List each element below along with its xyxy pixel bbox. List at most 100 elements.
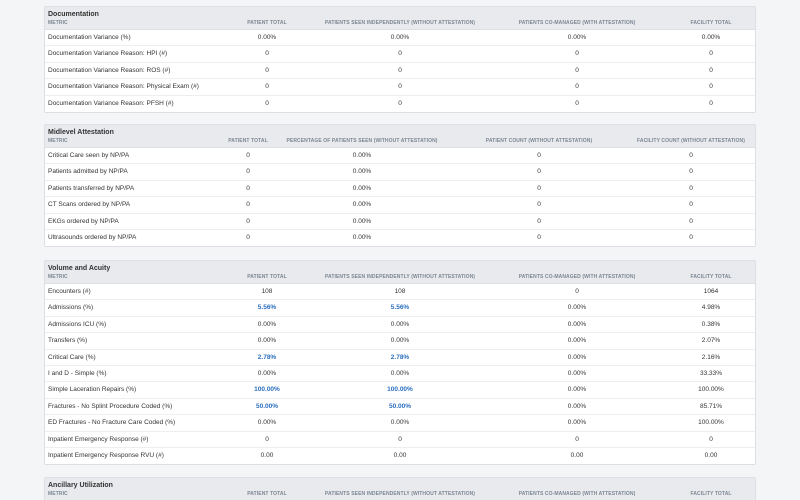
value-cell: 0.00%: [257, 419, 277, 427]
value-cell: 0.00%: [567, 337, 587, 345]
table-row: Inpatient Emergency Response RVU (#) 0.00…: [45, 448, 755, 464]
value-cell: 0: [575, 288, 579, 295]
value-cell: 0: [575, 50, 579, 58]
column-header[interactable]: PATIENT COUNT (WITHOUT ATTESTATION): [486, 137, 592, 146]
table-body: Documentation Variance (%) 0.00% 0.00% 0.00…: [45, 30, 755, 112]
value-link[interactable]: 100.00%: [254, 382, 280, 398]
table-row: Documentation Variance Reason: Physical …: [45, 79, 755, 96]
value-cell: 0.00%: [567, 353, 587, 361]
value-link[interactable]: 50.00%: [256, 399, 278, 415]
value-cell: 0.00: [704, 451, 718, 459]
column-header[interactable]: PATIENTS CO-MANAGED (WITH ATTESTATION): [519, 490, 636, 499]
value-cell: 0.00%: [701, 34, 721, 41]
value-cell: 0: [689, 152, 693, 159]
column-header[interactable]: FACILITY TOTAL: [690, 490, 731, 499]
value-cell: 0: [265, 435, 269, 443]
value-cell: 0.00%: [352, 152, 372, 159]
table-row: CT Scans ordered by NP/PA 0 0.00% 0 0: [45, 197, 755, 214]
value-cell: 0: [709, 83, 713, 91]
metric-cell: Critical Care seen by NP/PA: [48, 152, 130, 159]
value-link[interactable]: 100.00%: [387, 382, 413, 398]
value-cell: 0: [689, 168, 693, 176]
value-cell: 0.00%: [390, 320, 410, 328]
column-header[interactable]: PATIENTS SEEN INDEPENDENTLY (WITHOUT ATT…: [325, 490, 475, 499]
documentation-card: Documentation METRIC PATIENT TOTAL PATIE…: [44, 6, 756, 113]
card-header: Ancillary Utilization METRIC PATIENT TOT…: [45, 478, 755, 500]
value-cell: 0: [709, 50, 713, 58]
value-cell: 0: [265, 66, 269, 74]
value-link[interactable]: 5.56%: [391, 300, 409, 316]
metric-cell: Documentation Variance Reason: Physical …: [48, 83, 199, 91]
value-cell: 0.00: [260, 451, 274, 459]
value-cell: 0.38%: [701, 320, 721, 328]
value-cell: 0.00%: [390, 34, 410, 41]
column-header[interactable]: METRIC: [48, 490, 68, 499]
table-row: ED Fractures - No Fracture Care Coded (%…: [45, 415, 755, 432]
metric-cell: I and D - Simple (%): [48, 369, 107, 377]
metric-cell: CT Scans ordered by NP/PA: [48, 201, 131, 209]
table-row: Documentation Variance (%) 0.00% 0.00% 0.00…: [45, 30, 755, 47]
value-cell: 0.00%: [567, 320, 587, 328]
value-cell: 33.33%: [699, 369, 723, 377]
value-cell: 100.00%: [698, 419, 724, 427]
value-cell: 4.98%: [701, 304, 721, 312]
value-cell: 0.00%: [352, 168, 372, 176]
column-header[interactable]: PATIENT TOTAL: [247, 490, 287, 499]
column-header[interactable]: FACILITY COUNT (WITHOUT ATTESTATION): [637, 137, 745, 146]
column-header[interactable]: PATIENT TOTAL: [247, 19, 287, 28]
column-header[interactable]: METRIC: [48, 273, 68, 282]
value-cell: 0.00%: [257, 369, 277, 377]
value-cell: 0.00%: [567, 369, 587, 377]
metric-cell: Admissions ICU (%): [48, 320, 107, 328]
value-cell: 0.00%: [567, 419, 587, 427]
value-link[interactable]: 50.00%: [389, 399, 411, 415]
value-cell: 0: [265, 50, 269, 58]
value-cell: 0: [265, 83, 269, 91]
table-row: Patients admitted by NP/PA 0 0.00% 0 0: [45, 164, 755, 181]
column-header[interactable]: METRIC: [48, 137, 68, 146]
metric-cell: Fractures - No Splint Procedure Coded (%…: [48, 402, 173, 410]
value-cell: 0: [246, 217, 250, 225]
table-row: Simple Laceration Repairs (%) 100.00% 100.…: [45, 382, 755, 399]
value-cell: 0.00%: [390, 419, 410, 427]
metric-cell: Documentation Variance Reason: ROS (#): [48, 66, 171, 74]
value-cell: 0: [537, 201, 541, 209]
column-header[interactable]: FACILITY TOTAL: [690, 273, 731, 282]
column-header[interactable]: FACILITY TOTAL: [690, 19, 731, 28]
column-header[interactable]: PATIENTS SEEN INDEPENDENTLY (WITHOUT ATT…: [325, 19, 475, 28]
value-link[interactable]: 2.78%: [258, 350, 276, 366]
value-cell: 0: [689, 233, 693, 241]
value-cell: 0.00%: [352, 217, 372, 225]
column-header[interactable]: PATIENTS CO-MANAGED (WITH ATTESTATION): [519, 19, 636, 28]
metric-cell: Inpatient Emergency Response RVU (#): [48, 451, 164, 459]
column-header[interactable]: METRIC: [48, 19, 68, 28]
value-link[interactable]: 2.78%: [391, 350, 409, 366]
table-row: EKGs ordered by NP/PA 0 0.00% 0 0: [45, 214, 755, 230]
value-cell: 0: [246, 233, 250, 241]
value-cell: 0: [575, 83, 579, 91]
value-cell: 0: [575, 99, 579, 107]
metric-cell: Simple Laceration Repairs (%): [48, 386, 137, 394]
value-cell: 0.00%: [567, 304, 587, 312]
value-cell: 0: [398, 99, 402, 107]
card-header: Documentation METRIC PATIENT TOTAL PATIE…: [45, 7, 755, 30]
column-header[interactable]: PATIENT TOTAL: [228, 137, 268, 146]
value-link[interactable]: 5.56%: [258, 300, 276, 316]
table-row: I and D - Simple (%) 0.00% 0.00% 0.00% 33.33…: [45, 366, 755, 383]
column-header[interactable]: PERCENTAGE OF PATIENTS SEEN (WITHOUT ATT…: [286, 137, 437, 146]
column-header[interactable]: PATIENTS CO-MANAGED (WITH ATTESTATION): [519, 273, 636, 282]
table-row: Patients transferred by NP/PA 0 0.00% 0 0: [45, 181, 755, 198]
column-header[interactable]: PATIENTS SEEN INDEPENDENTLY (WITHOUT ATT…: [325, 273, 475, 282]
value-cell: 0: [689, 201, 693, 209]
metric-cell: Transfers (%): [48, 337, 88, 345]
column-header[interactable]: PATIENT TOTAL: [247, 273, 287, 282]
table-row: Documentation Variance Reason: PFSH (#) 0…: [45, 96, 755, 112]
table-header-row: METRIC PATIENT TOTAL PATIENTS SEEN INDEP…: [45, 274, 755, 283]
value-cell: 0: [265, 99, 269, 107]
table-header-row: METRIC PATIENT TOTAL PERCENTAGE OF PATIE…: [45, 138, 755, 147]
value-cell: 100.00%: [698, 386, 724, 394]
value-cell: 0.00: [570, 451, 584, 459]
metric-cell: Documentation Variance Reason: HPI (#): [48, 50, 168, 58]
table-row: Admissions (%) 5.56% 5.56% 0.00% 4.98%: [45, 300, 755, 317]
value-cell: 0.00: [393, 451, 407, 459]
